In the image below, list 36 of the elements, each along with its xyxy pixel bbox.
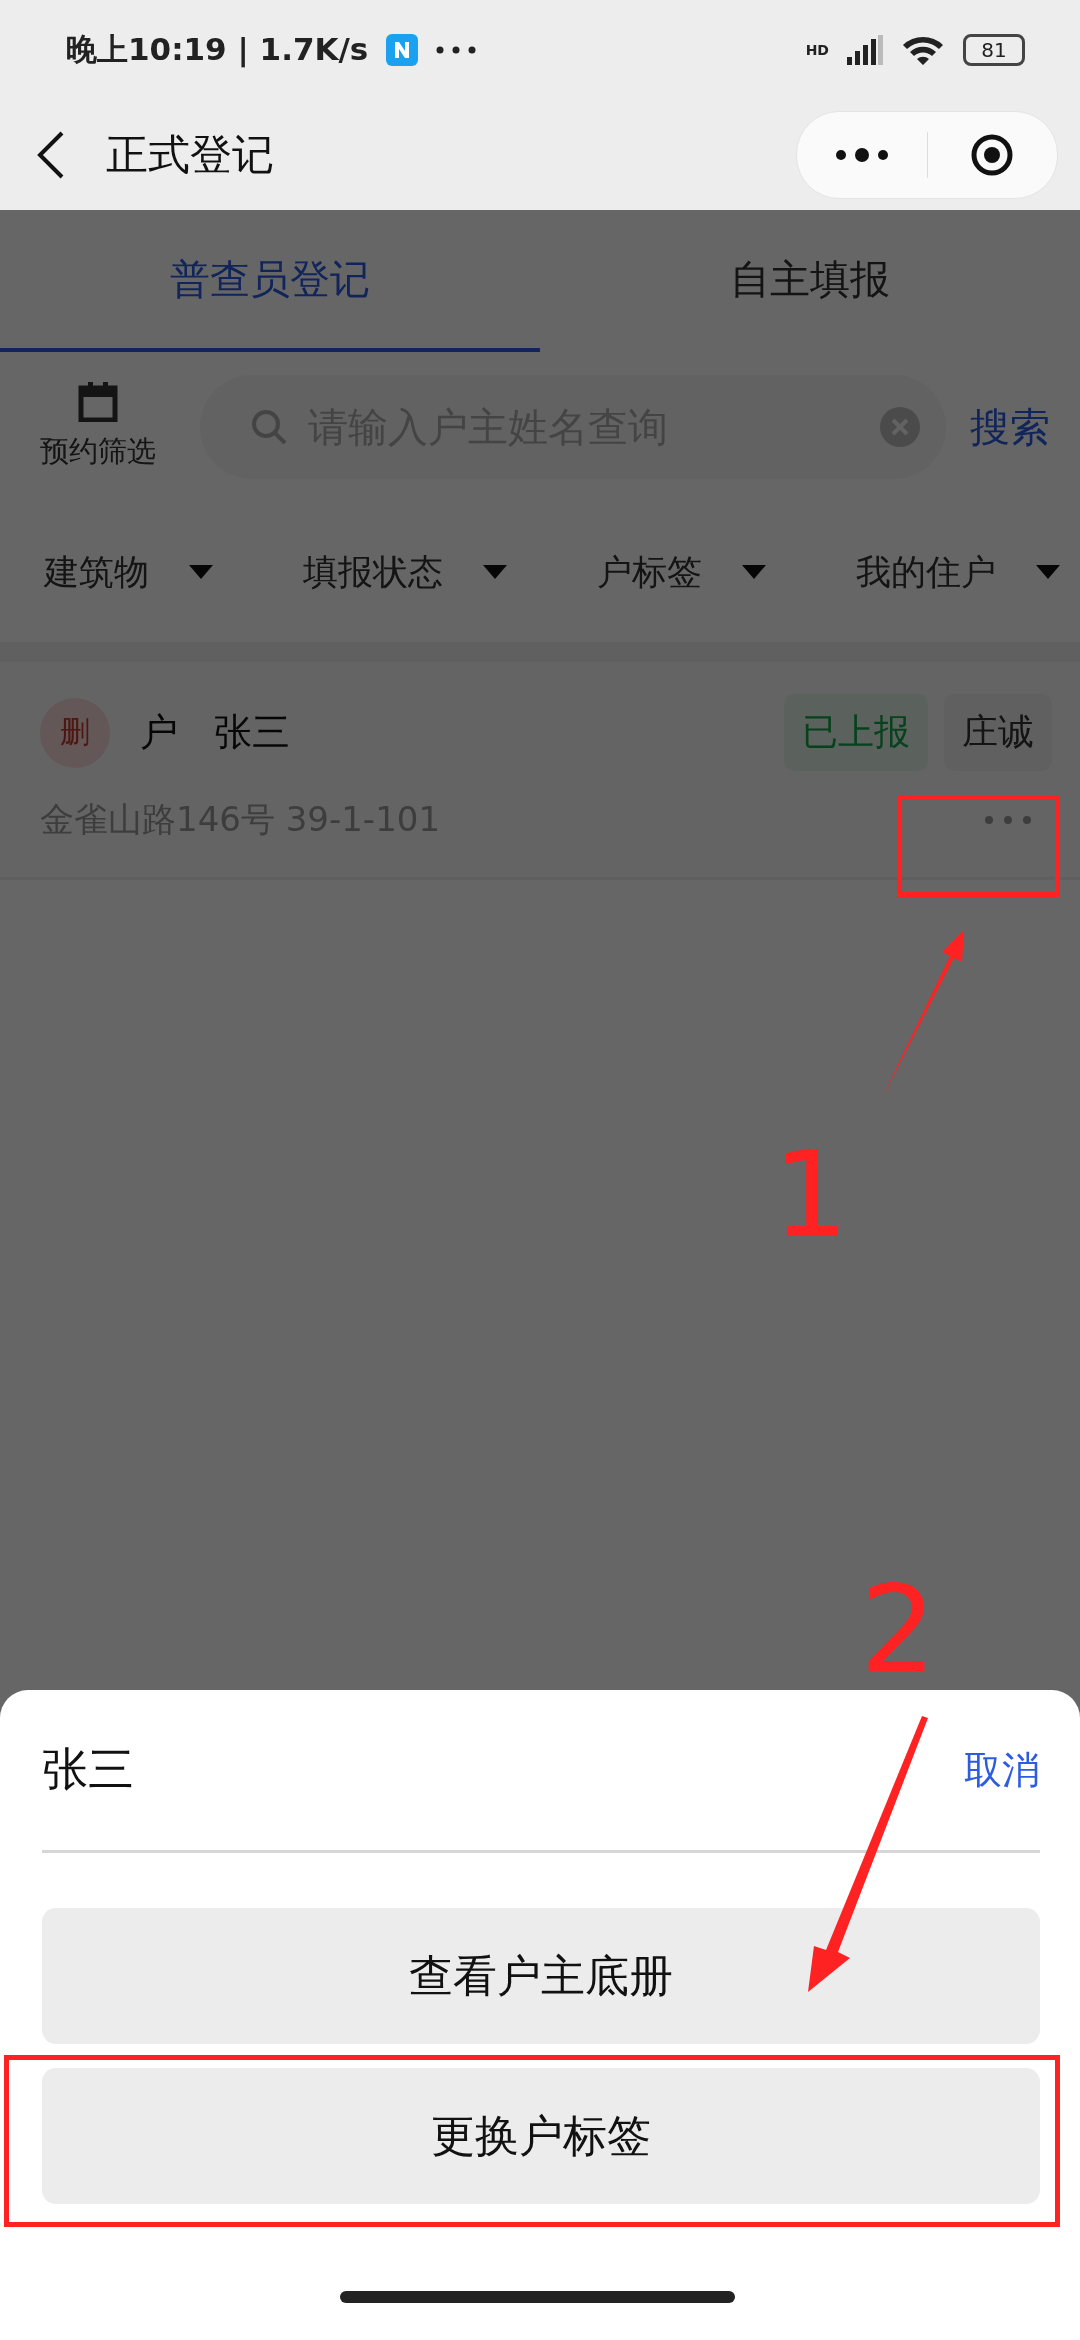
more-icon [436,46,477,54]
caret-icon [742,565,766,579]
filter-dropdown[interactable]: 建筑物 [44,548,213,596]
calendar-icon[interactable] [78,382,118,422]
caret-icon [483,565,507,579]
cancel-button[interactable]: 取消 [964,1744,1040,1796]
filter-dropdown[interactable]: 户标签 [597,548,766,596]
sheet-title: 张三 [42,1741,134,1798]
step-number: 1 [772,1135,849,1255]
network-label: HD [805,42,829,58]
filter-dropdown[interactable]: 填报状态 [303,548,507,596]
household-name: 张三 [214,709,290,756]
back-icon[interactable] [36,130,66,180]
step-number: 2 [860,1570,937,1690]
signal-icon [847,35,883,65]
tab[interactable]: 自主填报 [540,210,1080,352]
wifi-icon [901,34,945,66]
action-button[interactable]: 查看户主底册 [42,1908,1040,2044]
close-target-icon[interactable] [970,133,1015,177]
status-tag: 已上报 [784,694,928,771]
appointment-filter-label[interactable]: 预约筛选 [40,432,156,472]
enumerator-tag: 庄诚 [944,694,1052,771]
household-type: 户 [140,709,178,756]
deleted-badge: 删 [40,697,110,768]
caret-icon [189,565,213,579]
caret-icon [1036,565,1060,579]
status-time: 晚上10:19 | 1.7K/s [66,30,369,70]
app-icon [386,34,419,66]
search-button[interactable]: 搜索 [970,399,1050,455]
filter-dropdown[interactable]: 我的住户 [856,548,1060,596]
action-button[interactable]: 更换户标签 [42,2068,1040,2204]
page-title: 正式登记 [106,129,274,181]
more-icon[interactable] [835,148,888,162]
search-icon [250,408,288,446]
tab[interactable]: 普查员登记 [0,210,540,352]
battery-level: 81 [963,34,1025,66]
